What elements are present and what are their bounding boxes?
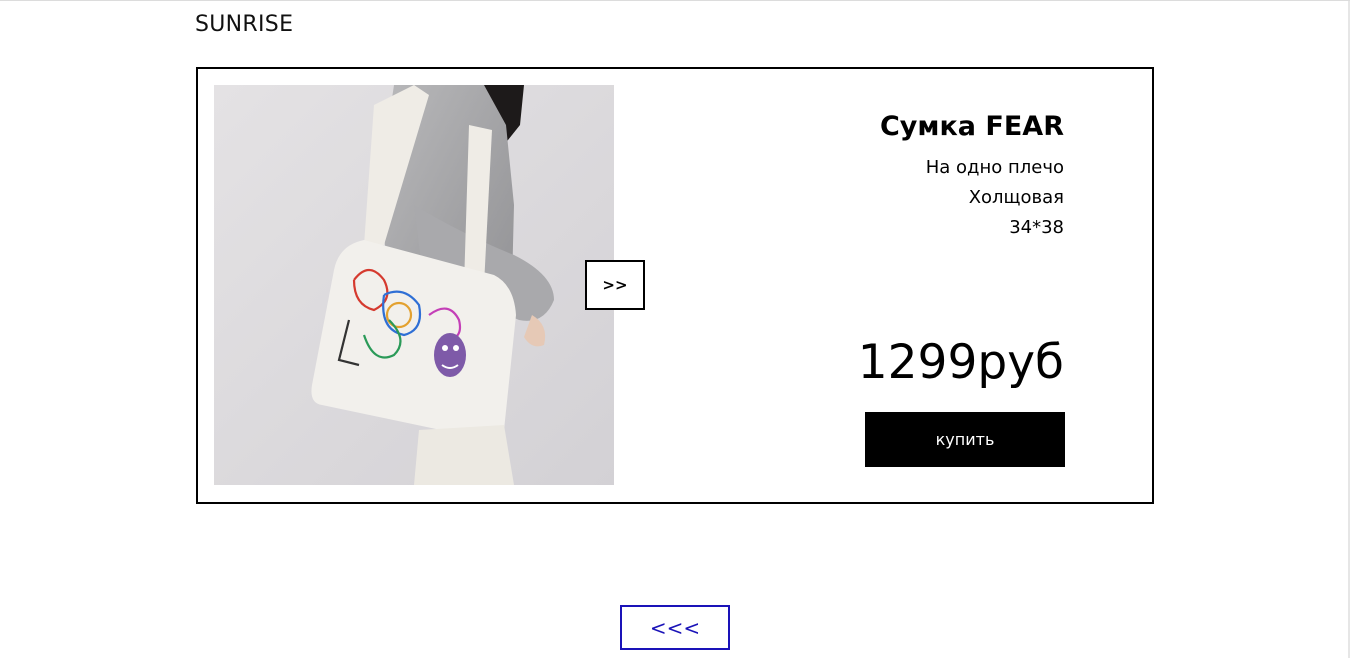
next-image-button[interactable]: >> — [585, 260, 645, 310]
back-button[interactable]: <<< — [620, 605, 730, 650]
feature-strap: На одно плечо — [925, 157, 1064, 178]
buy-button[interactable]: купить — [865, 412, 1065, 467]
feature-material: Холщовая — [968, 187, 1064, 208]
product-title: Сумка FEAR — [879, 111, 1064, 142]
feature-size: 34*38 — [1009, 217, 1064, 238]
page: SUNRISE >> Сумка FEAR На одно плечо Холщ… — [0, 0, 1350, 658]
tote-bag-photo-icon — [214, 85, 614, 485]
product-features: На одно плечо Холщовая 34*38 — [880, 153, 1064, 243]
product-price: 1299руб — [857, 335, 1064, 390]
product-card: >> Сумка FEAR На одно плечо Холщовая 34*… — [196, 67, 1154, 504]
product-info: Сумка FEAR На одно плечо Холщовая 34*38 — [880, 109, 1064, 243]
product-photo — [214, 85, 614, 485]
site-logo[interactable]: SUNRISE — [195, 12, 293, 37]
